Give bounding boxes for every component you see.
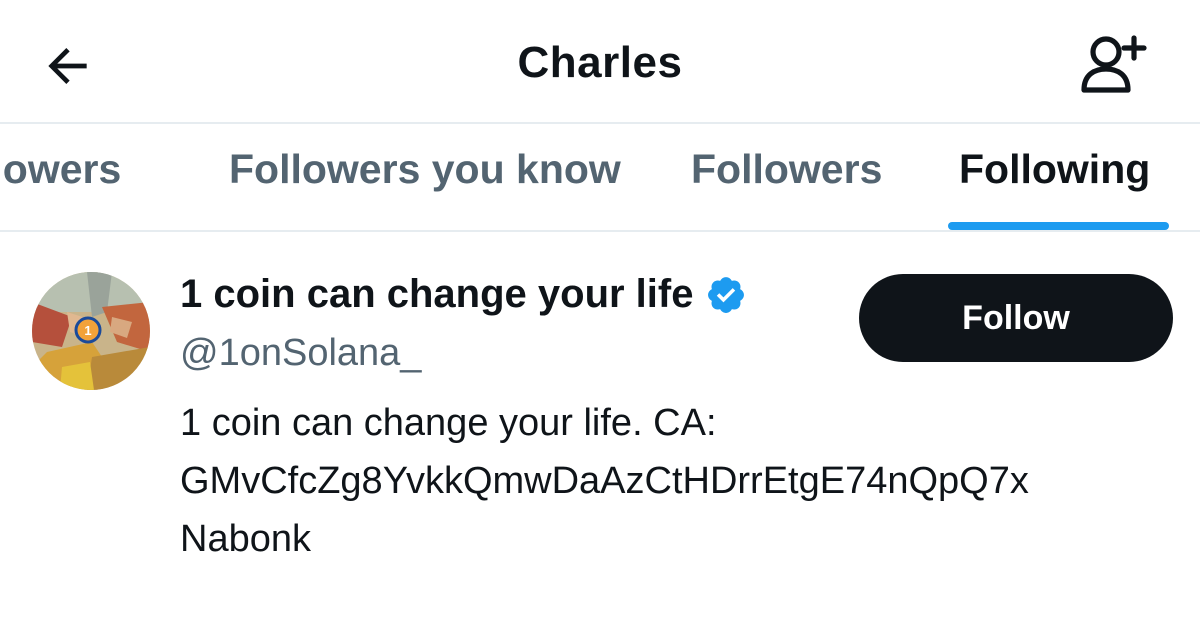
page-title: Charles xyxy=(517,38,683,87)
avatar[interactable]: 1 xyxy=(32,272,150,390)
person-plus-icon xyxy=(1081,35,1147,93)
user-bio: 1 coin can change your life. CA: GMvCfcZ… xyxy=(180,394,1180,568)
bio-line: GMvCfcZg8YvkkQmwDaAzCtHDrrEtgE74nQpQ7x xyxy=(180,460,1029,502)
tab-bar: llowers Followers you know Followers Fol… xyxy=(0,124,1200,230)
active-tab-indicator xyxy=(948,222,1169,230)
tab-followers-you-know[interactable]: Followers you know xyxy=(229,146,621,193)
avatar-badge: 1 xyxy=(84,323,91,338)
add-user-button[interactable] xyxy=(1076,30,1152,98)
user-cell[interactable]: 1 1 coin can change your life @1onSolana… xyxy=(0,232,1200,623)
verified-badge-icon xyxy=(705,274,747,316)
follow-button[interactable]: Follow xyxy=(859,274,1173,362)
bio-line: Nabonk xyxy=(180,518,311,560)
display-name-row: 1 coin can change your life xyxy=(180,272,747,317)
avatar-image: 1 xyxy=(32,272,150,390)
tab-verified-followers[interactable]: llowers xyxy=(0,146,121,193)
top-bar: Charles xyxy=(0,0,1200,122)
tab-following[interactable]: Following xyxy=(959,146,1150,193)
tab-followers[interactable]: Followers xyxy=(691,146,882,193)
bio-line: 1 coin can change your life. CA: xyxy=(180,402,717,444)
display-name[interactable]: 1 coin can change your life xyxy=(180,272,693,317)
user-handle[interactable]: @1onSolana_ xyxy=(180,332,421,375)
